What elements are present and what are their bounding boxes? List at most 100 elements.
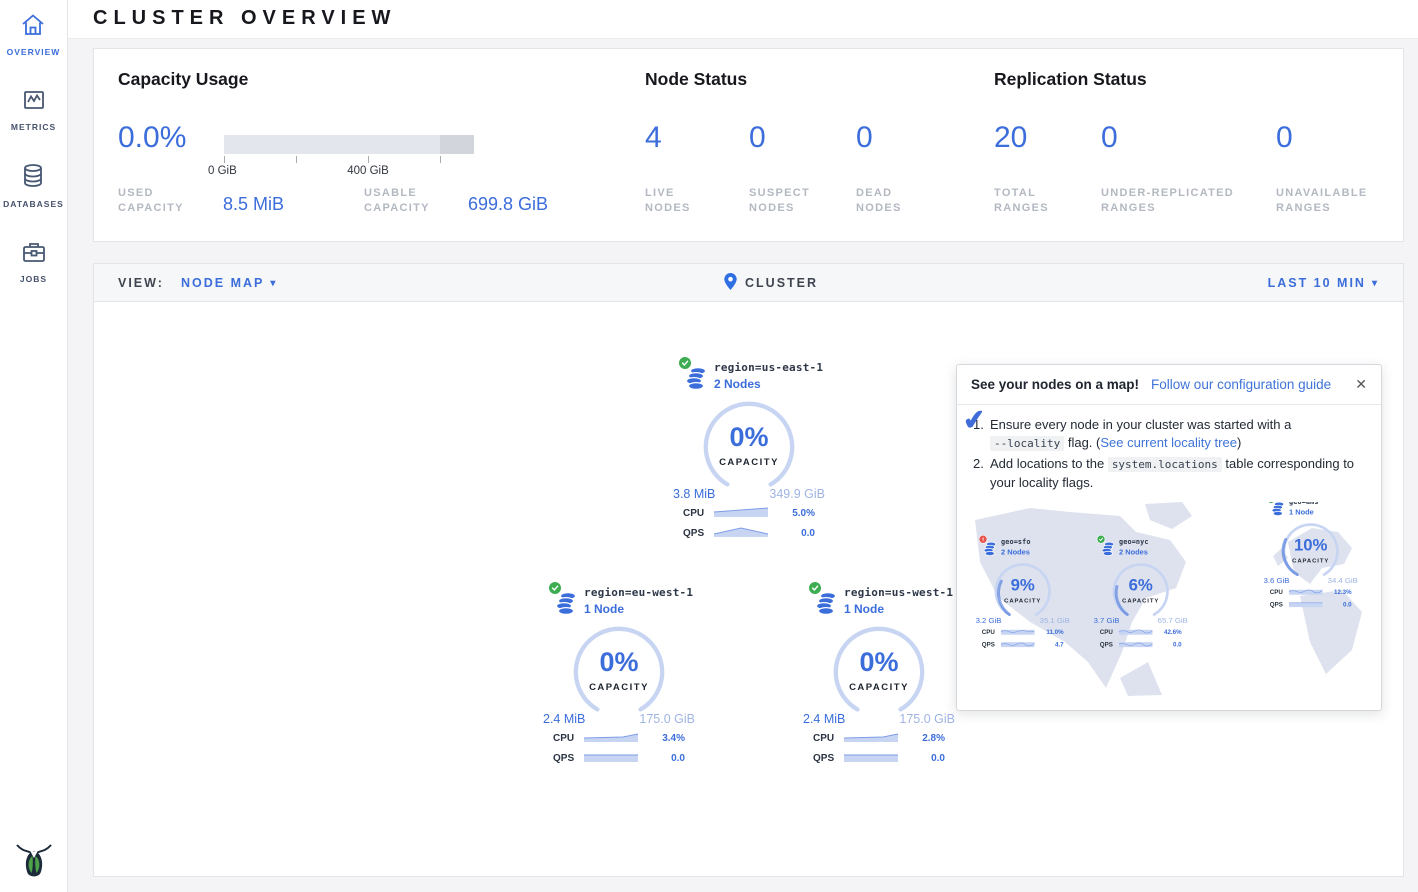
chevron-down-icon: ▾ [1372,278,1379,289]
node-count-link[interactable]: 2 Nodes [714,377,834,391]
node-group-us-west-1[interactable]: region=us-west-1 1 Node 0% CAPACITY 2.4 … [794,586,964,766]
dead-nodes-count: 0 [856,121,873,155]
qps-sparkline [843,751,899,766]
sidebar-item-databases[interactable]: DATABASES [3,163,64,209]
capacity-gauge: 0% CAPACITY [699,399,799,491]
jobs-icon [21,240,47,269]
cpu-value: 3.4% [662,733,685,744]
node-group-eu-west-1[interactable]: region=eu-west-1 1 Node 0% CAPACITY 2.4 … [534,586,704,766]
qps-sparkline [713,526,769,541]
region-label: region=us-west-1 [844,586,964,599]
database-stack-icon [814,591,838,622]
node-count-link[interactable]: 1 Node [584,602,704,616]
used-capacity-value: 8.5 MiB [223,194,284,215]
mini-node-group-ams: geo=ams 1 Node 10% CAPACITY 3.6 GiB 34.4… [1258,502,1363,610]
view-selector-dropdown[interactable]: NODE MAP ▾ [181,276,277,290]
configuration-guide-link[interactable]: Follow our configuration guide [1151,377,1331,392]
cpu-value: 5.0% [792,508,815,519]
sidebar-item-label: DATABASES [3,199,64,209]
home-icon [20,13,46,42]
usable-capacity-value: 699.8 GiB [468,194,548,215]
sidebar: OVERVIEW METRICS DATABASES JOBS [0,0,68,892]
node-map-card: VIEW: NODE MAP ▾ CLUSTER LAST 10 MIN ▾ [93,263,1404,877]
blue-check-icon: ✔ [962,410,986,430]
cpu-label: CPU [813,733,843,744]
database-stack-icon [554,591,578,622]
under-replicated-count: 0 [1101,121,1118,155]
capacity-usage-title: Capacity Usage [118,69,248,90]
config-step-2: 2. Add locations to the system.locations… [973,455,1367,492]
cpu-sparkline [583,731,639,746]
sidebar-item-overview[interactable]: OVERVIEW [7,13,61,57]
capacity-percent: 0% [829,647,929,678]
capacity-tick-400: 400 GiB [323,165,413,177]
cluster-summary-card: Capacity Usage 0.0% 0 GiB 400 GiB USED C… [93,48,1404,242]
mini-node-group-sfo: geo=sfo 2 Nodes 9% CAPACITY 3.2 GiB 35.1… [970,538,1075,650]
under-replicated-label: UNDER-REPLICATED RANGES [1101,186,1259,216]
suspect-nodes-count: 0 [749,121,766,155]
suspect-nodes-label: SUSPECT NODES [749,186,823,216]
cockroachdb-logo[interactable] [13,835,55,884]
qps-value: 0.0 [671,753,685,764]
view-label: VIEW: [118,276,164,290]
popup-title: See your nodes on a map! [971,377,1139,392]
chevron-down-icon: ▾ [270,278,277,289]
capacity-percent: 0% [569,647,669,678]
node-group-us-east-1[interactable]: region=us-east-1 2 Nodes 0% CAPACITY 3.8… [664,361,834,541]
system-locations-code: system.locations [1108,457,1222,472]
database-stack-icon [1270,502,1285,520]
sidebar-item-label: JOBS [20,274,47,284]
node-map-config-popup: See your nodes on a map! Follow our conf… [956,364,1382,711]
capacity-percent: 0% [699,422,799,453]
mini-node-group-nyc: geo=nyc 2 Nodes 6% CAPACITY 3.7 GiB 65.7… [1088,538,1193,650]
breadcrumb-cluster[interactable]: CLUSTER [724,273,818,293]
cpu-sparkline [843,731,899,746]
capacity-bar-reserved-segment [440,135,474,154]
sidebar-item-metrics[interactable]: METRICS [11,88,56,132]
qps-label: QPS [813,753,843,764]
live-nodes-label: LIVE NODES [645,186,717,216]
view-bar: VIEW: NODE MAP ▾ CLUSTER LAST 10 MIN ▾ [94,264,1403,302]
time-range-dropdown[interactable]: LAST 10 MIN ▾ [1268,276,1379,290]
cpu-label: CPU [683,508,713,519]
map-pin-icon [724,273,737,293]
region-label: region=us-east-1 [714,361,834,374]
top-bar: CLUSTER OVERVIEW [68,0,1418,39]
qps-sparkline [583,751,639,766]
unavailable-label: UNAVAILABLE RANGES [1276,186,1384,216]
close-icon[interactable]: ✕ [1355,376,1367,393]
sidebar-item-label: OVERVIEW [7,47,61,57]
locality-flag-code: --locality [990,436,1064,451]
locality-tree-link[interactable]: See current locality tree [1100,435,1237,450]
unavailable-count: 0 [1276,121,1293,155]
cpu-value: 2.8% [922,733,945,744]
qps-label: QPS [553,753,583,764]
config-step-1: 1. Ensure every node in your cluster was… [973,416,1367,453]
region-label: region=eu-west-1 [584,586,704,599]
cpu-sparkline [713,506,769,521]
sidebar-item-label: METRICS [11,122,56,132]
qps-value: 0.0 [801,528,815,539]
metrics-icon [22,88,46,117]
database-stack-icon [684,366,708,397]
capacity-gauge: 0% CAPACITY [829,624,929,716]
page-title: CLUSTER OVERVIEW [93,7,396,30]
capacity-bar [224,135,474,154]
qps-label: QPS [683,528,713,539]
node-map-area: region=us-east-1 2 Nodes 0% CAPACITY 3.8… [94,302,1403,876]
sidebar-item-jobs[interactable]: JOBS [20,240,47,284]
dead-nodes-label: DEAD NODES [856,186,918,216]
example-map-image: geo=sfo 2 Nodes 9% CAPACITY 3.2 GiB 35.1… [970,502,1368,696]
qps-value: 0.0 [931,753,945,764]
capacity-caption: CAPACITY [569,682,669,693]
node-count-link[interactable]: 1 Node [844,602,964,616]
cpu-label: CPU [553,733,583,744]
capacity-caption: CAPACITY [699,457,799,468]
usable-capacity-label: USABLE CAPACITY [364,186,456,216]
capacity-used-percent: 0.0% [118,121,186,155]
database-stack-icon [982,541,997,560]
database-stack-icon [1100,541,1115,560]
replication-status-title: Replication Status [994,69,1147,90]
used-capacity-label: USED CAPACITY [118,186,210,216]
capacity-caption: CAPACITY [829,682,929,693]
